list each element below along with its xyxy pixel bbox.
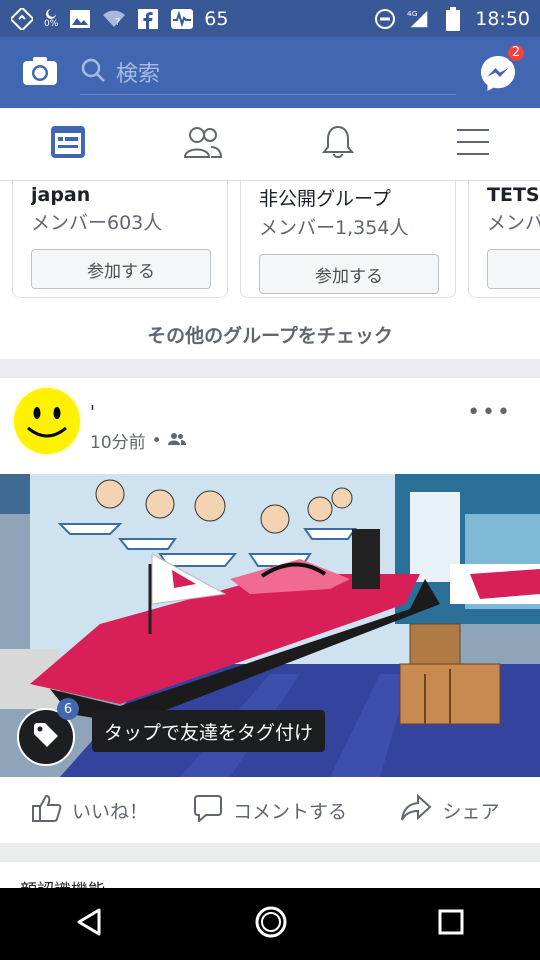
tag-icon [32,721,60,753]
tag-tooltip[interactable]: タップで友達をタグ付け [92,710,326,752]
feed-post: ' 10分前 • ••• 6 タップで友達をタグ付け いいね！ コメントする シ… [0,378,540,843]
like-icon [31,794,62,827]
network-type: 4G [407,9,418,18]
hamburger-icon [456,127,490,161]
cell-signal-icon: 4G [407,7,431,31]
nav-tabs [0,108,540,181]
audience-friends-icon [167,431,186,451]
tab-notifications[interactable] [270,108,405,180]
activity-icon [170,7,194,31]
status-bar: 0% ? 65 4G 18:50 [0,0,540,37]
search-icon [80,57,106,87]
back-icon[interactable] [75,907,105,941]
group-name: 非公開グループ [259,188,391,210]
group-card[interactable]: japan メンバー603人 参加する [12,181,228,298]
group-members: メンバー1,354人 [259,217,409,239]
app-header: 検索 2 [0,37,540,108]
group-name: TETSU [487,184,540,206]
share-icon [400,793,432,827]
signal-value: 65 [204,7,229,30]
svg-text:?: ? [115,17,120,28]
group-suggestions: japan メンバー603人 参加する 非公開グループ メンバー1,354人 参… [0,181,540,359]
comment-button[interactable]: コメントする [180,794,360,827]
group-card[interactable]: 非公開グループ メンバー1,354人 参加する [240,181,456,298]
join-group-button[interactable]: 参加する [31,249,211,289]
news-feed-icon [50,125,86,163]
tab-friends[interactable] [135,108,270,180]
battery-saver-indicator: 0% [44,8,58,29]
recents-icon[interactable] [437,908,465,940]
home-icon[interactable] [254,905,288,943]
tab-news-feed[interactable] [0,108,135,180]
system-nav-bar [0,888,540,960]
post-time[interactable]: 10分前 [90,428,146,453]
post-author[interactable]: ' [90,402,95,423]
friends-icon [183,125,223,163]
tab-menu[interactable] [405,108,540,180]
group-members: メンバー [487,212,540,234]
messenger-icon [478,55,518,97]
group-members: メンバー603人 [31,212,163,234]
post-meta: 10分前 • [90,428,186,453]
group-card[interactable]: TETSU メンバー [468,181,540,298]
separator-dot: • [151,430,162,451]
messenger-button[interactable]: 2 [478,42,526,93]
comment-label: コメントする [232,801,347,823]
bell-icon [321,124,355,164]
share-label: シェア [442,801,500,823]
more-groups-link[interactable]: その他のグループをチェック [0,321,540,348]
facebook-icon [136,7,160,31]
join-group-button[interactable]: 参加する [259,254,439,294]
do-not-disturb-icon [373,7,397,31]
wifi-icon: ? [102,7,126,31]
tag-count-badge: 6 [57,698,79,720]
battery-icon [441,6,465,31]
like-button[interactable]: いいね！ [0,794,180,827]
like-label: いいね！ [71,801,148,823]
group-name: japan [31,184,91,206]
search-placeholder: 検索 [116,62,161,87]
sync-icon [10,7,34,31]
post-options-button[interactable]: ••• [467,400,512,425]
battery-saver-text: 0% [44,19,59,29]
search-input[interactable]: 検索 [80,51,456,95]
gallery-icon [68,7,92,31]
share-button[interactable]: シェア [360,793,540,827]
clock: 18:50 [475,7,530,30]
camera-icon[interactable] [22,56,58,90]
avatar[interactable] [12,386,82,456]
comment-icon [193,794,223,827]
messenger-badge: 2 [506,42,526,63]
join-group-button[interactable] [487,249,540,289]
post-actions: いいね！ コメントする シェア [0,778,540,843]
